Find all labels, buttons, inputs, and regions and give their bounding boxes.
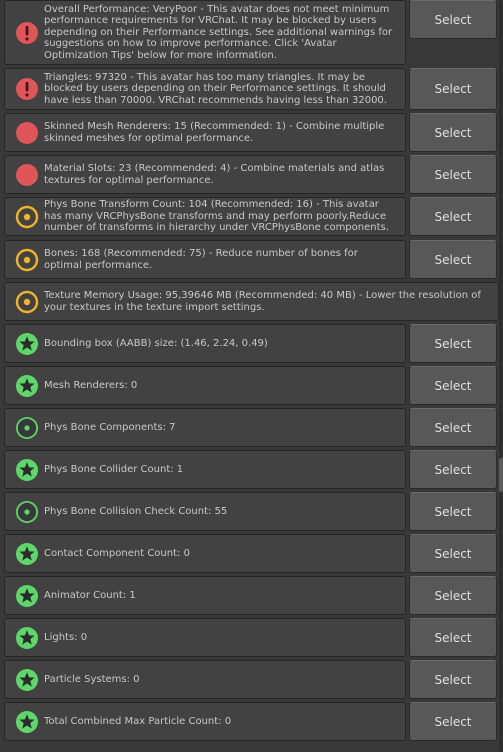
performance-row: Phys Bone Components: 7 Select bbox=[0, 408, 503, 447]
performance-row: Contact Component Count: 0 Select bbox=[0, 534, 503, 573]
message-box: Contact Component Count: 0 bbox=[4, 534, 406, 573]
message-text: Animator Count: 1 bbox=[44, 589, 136, 601]
message-text: Triangles: 97320 - This avatar has too m… bbox=[44, 71, 387, 106]
green-star-icon bbox=[15, 542, 39, 566]
performance-row: Phys Bone Collision Check Count: 55 Selec… bbox=[0, 492, 503, 531]
green-dot-icon bbox=[15, 500, 39, 524]
green-star-icon bbox=[15, 710, 39, 734]
select-button[interactable]: Select bbox=[409, 240, 497, 279]
message-box: Overall Performance: VeryPoor - This ava… bbox=[4, 0, 406, 65]
performance-row: Triangles: 97320 - This avatar has too m… bbox=[0, 68, 503, 110]
message-text: Bounding box (AABB) size: (1.46, 2.24, 0… bbox=[44, 337, 268, 349]
message-box: Animator Count: 1 bbox=[4, 576, 406, 615]
message-box: Mesh Renderers: 0 bbox=[4, 366, 406, 405]
performance-row: Phys Bone Collider Count: 1 Select bbox=[0, 450, 503, 489]
performance-stats-panel: Overall Performance: VeryPoor - This ava… bbox=[0, 0, 503, 752]
message-text: Total Combined Max Particle Count: 0 bbox=[44, 715, 232, 727]
message-text: Mesh Renderers: 0 bbox=[44, 379, 138, 391]
message-box: Lights: 0 bbox=[4, 618, 406, 657]
message-text: Skinned Mesh Renderers: 15 (Recommended:… bbox=[44, 121, 385, 144]
select-button[interactable]: Select bbox=[409, 366, 497, 405]
green-star-icon bbox=[15, 332, 39, 356]
message-box: Material Slots: 23 (Recommended: 4) - Co… bbox=[4, 155, 406, 194]
select-button[interactable]: Select bbox=[409, 660, 497, 699]
performance-row: Bones: 168 (Recommended: 75) - Reduce nu… bbox=[0, 240, 503, 279]
message-box: Phys Bone Transform Count: 104 (Recommen… bbox=[4, 197, 406, 236]
performance-row: Total Combined Max Particle Count: 0 Sele… bbox=[0, 702, 503, 741]
green-star-icon bbox=[15, 584, 39, 608]
green-star-icon bbox=[15, 374, 39, 398]
performance-row: Animator Count: 1 Select bbox=[0, 576, 503, 615]
message-text: Phys Bone Collider Count: 1 bbox=[44, 463, 184, 475]
message-box: Total Combined Max Particle Count: 0 bbox=[4, 702, 406, 741]
select-button[interactable]: Select bbox=[409, 68, 497, 110]
performance-row: Texture Memory Usage: 95,39646 MB (Recom… bbox=[0, 282, 503, 321]
red-circle-icon bbox=[15, 121, 39, 145]
message-text: Lights: 0 bbox=[44, 631, 88, 643]
select-button[interactable]: Select bbox=[409, 450, 497, 489]
red-circle-icon bbox=[15, 163, 39, 187]
message-box: Bones: 168 (Recommended: 75) - Reduce nu… bbox=[4, 240, 406, 279]
scrollbar-thumb[interactable] bbox=[499, 458, 503, 492]
select-button[interactable]: Select bbox=[409, 113, 497, 152]
performance-row: Mesh Renderers: 0 Select bbox=[0, 366, 503, 405]
message-box: Particle Systems: 0 bbox=[4, 660, 406, 699]
select-button[interactable]: Select bbox=[409, 324, 497, 363]
performance-row: Overall Performance: VeryPoor - This ava… bbox=[0, 0, 503, 65]
message-text: Particle Systems: 0 bbox=[44, 673, 140, 685]
message-text: Phys Bone Collision Check Count: 55 bbox=[44, 505, 228, 517]
message-box: Phys Bone Components: 7 bbox=[4, 408, 406, 447]
yellow-ring-icon bbox=[15, 248, 39, 272]
yellow-ring-icon bbox=[15, 205, 39, 229]
green-star-icon bbox=[15, 626, 39, 650]
performance-row: Particle Systems: 0 Select bbox=[0, 660, 503, 699]
message-text: Bones: 168 (Recommended: 75) - Reduce nu… bbox=[44, 248, 358, 271]
performance-row: Phys Bone Transform Count: 104 (Recommen… bbox=[0, 197, 503, 236]
select-button[interactable]: Select bbox=[409, 534, 497, 573]
message-text: Overall Performance: VeryPoor - This ava… bbox=[44, 3, 393, 61]
message-box: Phys Bone Collider Count: 1 bbox=[4, 450, 406, 489]
select-button[interactable]: Select bbox=[409, 702, 497, 741]
performance-row: Skinned Mesh Renderers: 15 (Recommended:… bbox=[0, 113, 503, 152]
select-button[interactable]: Select bbox=[409, 197, 497, 236]
error-exclamation-icon bbox=[15, 21, 39, 45]
performance-row: Lights: 0 Select bbox=[0, 618, 503, 657]
message-box: Texture Memory Usage: 95,39646 MB (Recom… bbox=[4, 282, 499, 321]
select-button[interactable]: Select bbox=[409, 408, 497, 447]
performance-row: Material Slots: 23 (Recommended: 4) - Co… bbox=[0, 155, 503, 194]
message-text: Phys Bone Components: 7 bbox=[44, 421, 176, 433]
select-button[interactable]: Select bbox=[409, 576, 497, 615]
select-button[interactable]: Select bbox=[409, 618, 497, 657]
message-text: Texture Memory Usage: 95,39646 MB (Recom… bbox=[44, 290, 481, 313]
message-box: Skinned Mesh Renderers: 15 (Recommended:… bbox=[4, 113, 406, 152]
vertical-scrollbar[interactable] bbox=[499, 0, 503, 752]
green-dot-icon bbox=[15, 416, 39, 440]
select-button[interactable]: Select bbox=[409, 155, 497, 194]
message-text: Phys Bone Transform Count: 104 (Recommen… bbox=[44, 199, 389, 234]
message-text: Contact Component Count: 0 bbox=[44, 547, 190, 559]
message-text: Material Slots: 23 (Recommended: 4) - Co… bbox=[44, 163, 385, 186]
error-exclamation-icon bbox=[15, 77, 39, 101]
green-star-icon bbox=[15, 458, 39, 482]
green-star-icon bbox=[15, 668, 39, 692]
message-box: Bounding box (AABB) size: (1.46, 2.24, 0… bbox=[4, 324, 406, 363]
message-box: Phys Bone Collision Check Count: 55 bbox=[4, 492, 406, 531]
select-button[interactable]: Select bbox=[409, 0, 497, 39]
select-button[interactable]: Select bbox=[409, 492, 497, 531]
performance-row: Bounding box (AABB) size: (1.46, 2.24, 0… bbox=[0, 324, 503, 363]
yellow-ring-icon bbox=[15, 290, 39, 314]
message-box: Triangles: 97320 - This avatar has too m… bbox=[4, 68, 406, 110]
